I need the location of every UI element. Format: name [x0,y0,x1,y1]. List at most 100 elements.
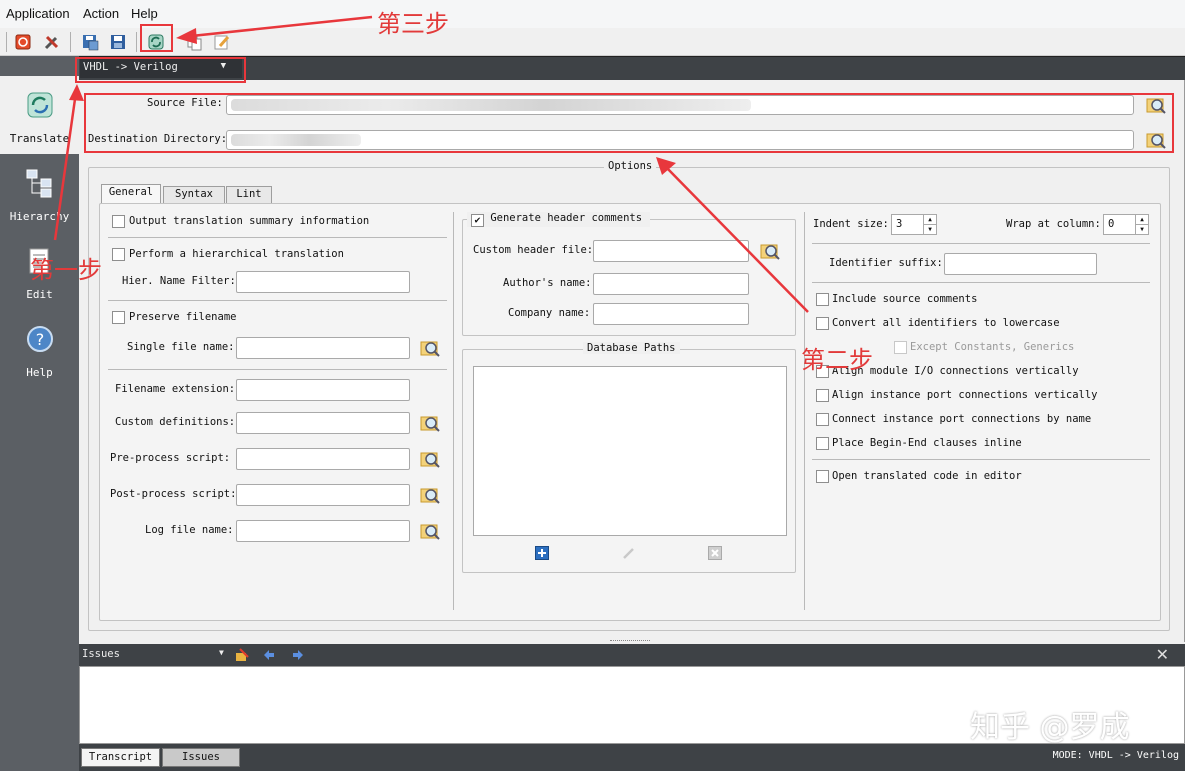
custom-header-input[interactable] [593,240,749,262]
preprocess-label: Pre-process script: [110,452,231,464]
save-as-icon[interactable] [80,32,100,52]
hierarchical-checkbox[interactable] [112,248,125,261]
except-constants-checkbox[interactable] [894,341,907,354]
edit-pencil-icon[interactable] [212,32,232,52]
stepper-up-icon[interactable]: ▲ [1135,215,1148,225]
arrow-right-icon[interactable] [291,648,305,662]
stepper-up-icon[interactable]: ▲ [923,215,936,225]
database-paths-title: Database Paths [583,342,680,354]
step1-annotation: 第一步 [30,256,102,284]
custom-header-label: Custom header file: [473,244,594,256]
logfile-label: Log file name: [145,524,234,536]
include-source-checkbox[interactable] [816,293,829,306]
sidebar-item-label: Translate [9,132,70,145]
translate-icon [27,92,53,118]
gen-header-wrap: ✔ Generate header comments [467,212,651,227]
logfile-input[interactable] [236,520,410,542]
sidebar-item-label: Edit [26,288,53,301]
convert-lower-checkbox[interactable] [816,317,829,330]
sidebar-item-translate[interactable]: Translate [0,76,79,154]
tab-issues[interactable]: Issues [162,748,240,767]
splitter-handle[interactable] [610,640,650,642]
preserve-filename-checkbox[interactable] [112,311,125,324]
status-bar: Transcript Issues MODE: VHDL -> Verilog [79,744,1185,771]
sidebar: Translate Hierarchy Edit ? Help [0,56,79,771]
browse-logfile-icon[interactable] [419,520,441,542]
hier-filter-input[interactable] [236,271,410,293]
step2-annotation: 第二步 [801,346,873,374]
custom-defs-input[interactable] [236,412,410,434]
output-summary-checkbox[interactable] [112,215,125,228]
browse-single-file-icon[interactable] [419,337,441,359]
close-icon[interactable]: ✕ [1156,645,1169,665]
database-paths-list[interactable] [473,366,787,536]
arrow-left-icon[interactable] [262,648,276,662]
filter-icon[interactable] [234,647,250,663]
author-label: Author's name: [503,277,592,289]
hier-filter-label: Hier. Name Filter: [122,275,236,287]
gen-header-label: Generate header comments [490,212,643,224]
filename-ext-input[interactable] [236,379,410,401]
stepper-down-icon[interactable]: ▼ [1135,225,1148,235]
wrap-column-value: 0 [1108,218,1115,230]
status-mode-text: MODE: VHDL -> Verilog [1052,750,1179,761]
sidebar-item-label: Hierarchy [9,210,70,223]
copy-icon[interactable] [184,32,204,52]
browse-preprocess-icon[interactable] [419,448,441,470]
author-input[interactable] [593,273,749,295]
open-editor-label: Open translated code in editor [832,470,1022,482]
options-title: Options [604,160,657,172]
browse-custom-header-icon[interactable] [759,240,781,262]
company-input[interactable] [593,303,749,325]
hierarchy-icon [26,169,52,198]
single-file-input[interactable] [236,337,410,359]
begin-end-checkbox[interactable] [816,437,829,450]
step3-highlight [140,24,173,52]
tab-general[interactable]: General [101,184,161,203]
menu-application[interactable]: Application [6,6,70,21]
issues-title: Issues [82,648,120,660]
output-summary-label: Output translation summary information [129,215,370,227]
step3-annotation: 第三步 [377,10,449,38]
connect-by-name-label: Connect instance port connections by nam… [832,413,1092,425]
stepper-down-icon[interactable]: ▼ [923,225,936,235]
sidebar-item-hierarchy[interactable]: Hierarchy [0,154,79,232]
menu-bar: Application Action Help [0,0,1185,28]
wrap-column-label: Wrap at column: [1006,218,1101,230]
convert-lower-label: Convert all identifiers to lowercase [832,317,1060,329]
indent-size-value: 3 [896,218,903,230]
preprocess-input[interactable] [236,448,410,470]
connect-by-name-checkbox[interactable] [816,413,829,426]
postprocess-label: Post-process script: [110,488,237,500]
tab-syntax[interactable]: Syntax [163,186,225,203]
chevron-down-icon[interactable]: ▼ [219,648,224,657]
tools-icon[interactable] [42,32,62,52]
hierarchical-label: Perform a hierarchical translation [129,248,344,260]
identifier-suffix-input[interactable] [944,253,1097,275]
open-editor-checkbox[interactable] [816,470,829,483]
postprocess-input[interactable] [236,484,410,506]
delete-path-icon[interactable] [708,546,722,560]
single-file-label: Single file name: [127,341,235,353]
save-icon[interactable] [108,32,128,52]
tab-lint[interactable]: Lint [226,186,272,203]
browse-postprocess-icon[interactable] [419,484,441,506]
stop-icon[interactable] [13,32,33,52]
svg-text:?: ? [36,330,45,349]
filename-ext-label: Filename extension: [115,383,236,395]
preserve-filename-label: Preserve filename [129,311,237,323]
menu-help[interactable]: Help [131,6,158,21]
sidebar-item-help[interactable]: ? Help [0,310,79,388]
include-source-label: Include source comments [832,293,978,305]
wrap-column-stepper[interactable]: 0 ▲ ▼ [1103,214,1149,235]
tab-transcript[interactable]: Transcript [81,748,160,767]
browse-custom-defs-icon[interactable] [419,412,441,434]
watermark: 知乎 @罗成 [970,710,1130,745]
gen-header-checkbox[interactable]: ✔ [471,214,484,227]
menu-action[interactable]: Action [83,6,119,21]
align-instance-checkbox[interactable] [816,389,829,402]
add-path-icon[interactable] [535,546,549,560]
step2-highlight [84,93,1174,153]
edit-path-icon[interactable] [621,545,637,561]
indent-size-stepper[interactable]: 3 ▲ ▼ [891,214,937,235]
